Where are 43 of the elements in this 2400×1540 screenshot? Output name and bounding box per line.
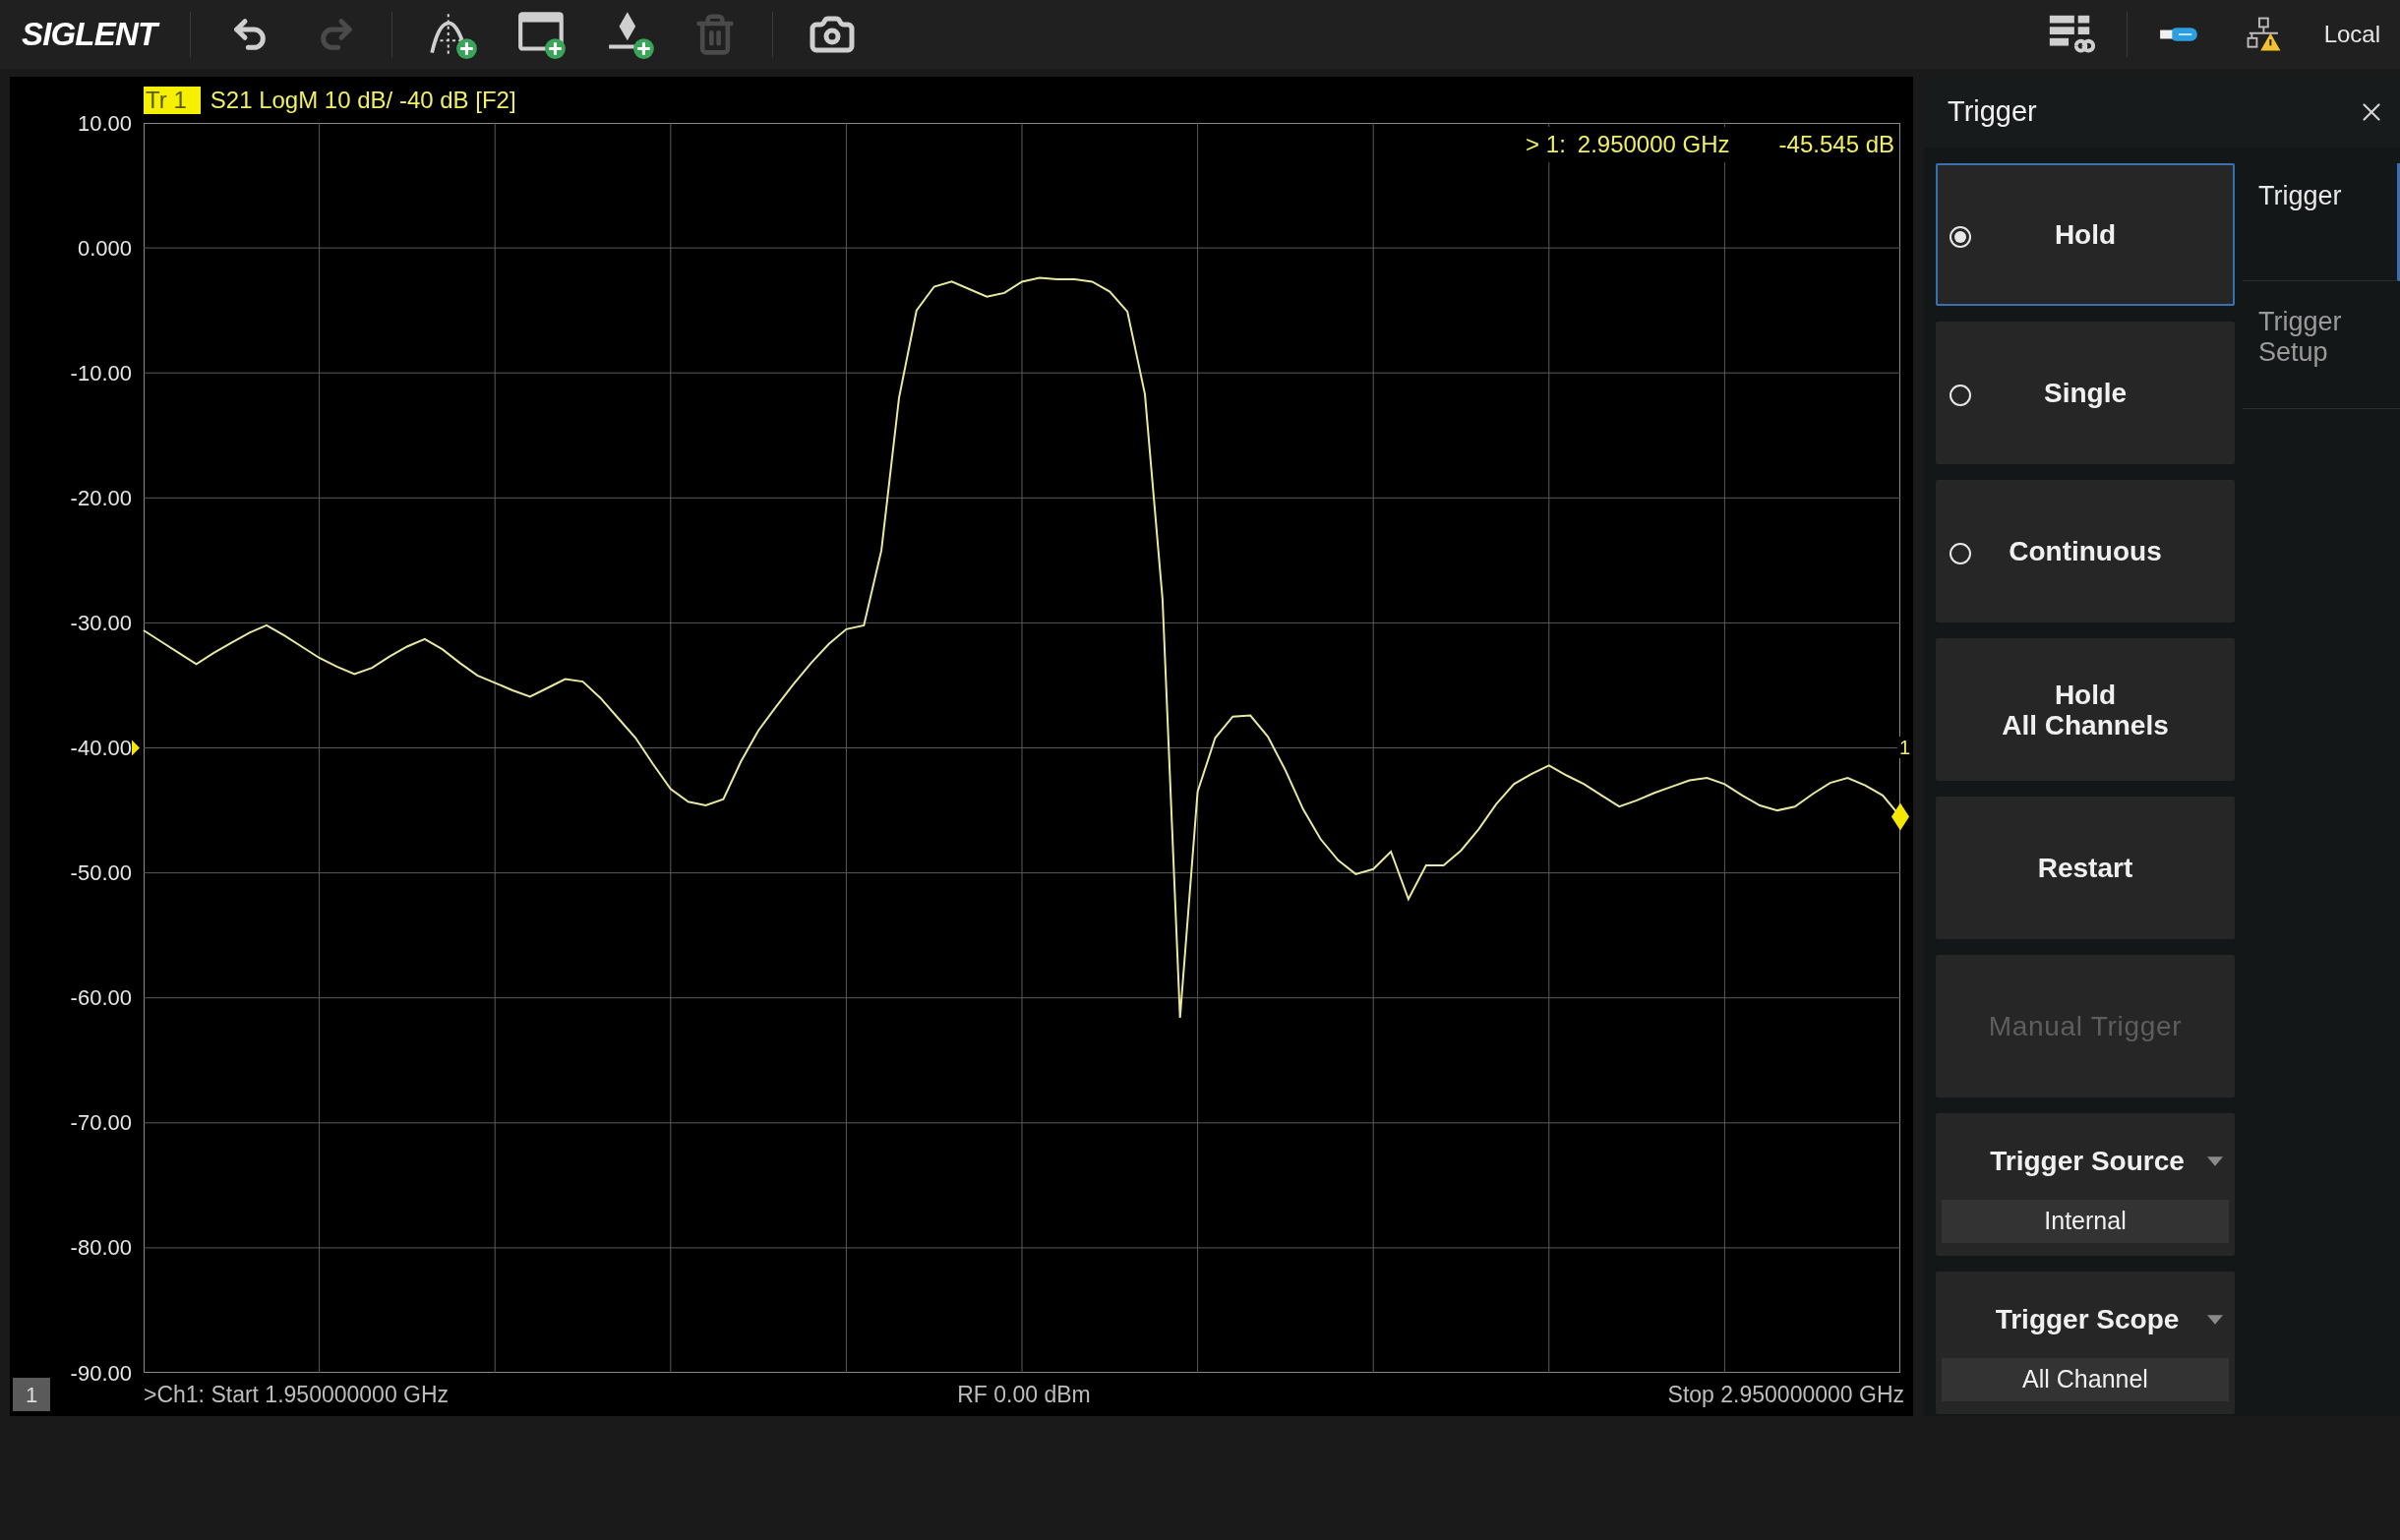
- stop-frequency: Stop 2.950000000 GHz: [1666, 1380, 1904, 1409]
- y-axis-label: -70.00: [69, 1109, 132, 1138]
- radio-button[interactable]: Single: [1936, 322, 2235, 464]
- y-axis-label: -90.00: [69, 1359, 132, 1388]
- y-axis-label: -20.00: [69, 484, 132, 512]
- dropdown-label: Trigger Scope: [1994, 1303, 2181, 1336]
- panel-title: Trigger: [1948, 94, 2038, 130]
- radio-indicator-icon: [1950, 226, 1971, 248]
- dropdown-label: Trigger Source: [1989, 1145, 2186, 1178]
- side-tab[interactable]: Trigger: [2243, 163, 2400, 281]
- y-axis-label: -10.00: [69, 359, 132, 387]
- trace-description: S21 LogM 10 dB/ -40 dB [F2]: [210, 85, 516, 115]
- network-warning-icon[interactable]: [2245, 16, 2283, 53]
- radio-indicator-icon: [1950, 543, 1971, 564]
- y-axis-label: 10.00: [76, 109, 132, 138]
- rf-power: RF 0.00 dBm: [957, 1380, 1091, 1409]
- y-axis-label: -40.00: [69, 735, 132, 762]
- dropdown-field[interactable]: All Channel: [1942, 1358, 2229, 1401]
- y-axis-label: -50.00: [69, 859, 132, 888]
- side-tab[interactable]: Trigger Setup: [2243, 281, 2400, 409]
- reference-level-arrow-icon[interactable]: [132, 740, 140, 756]
- dropdown-arrow-icon: [2207, 1315, 2223, 1325]
- radio-indicator-icon: [1950, 385, 1971, 406]
- channel-number[interactable]: 1: [13, 1378, 50, 1411]
- radio-button[interactable]: Continuous: [1936, 480, 2235, 622]
- marker-number: 1: [1896, 737, 1912, 758]
- marker-readout-label: > 1:: [1526, 130, 1566, 159]
- trace-tag[interactable]: Tr 1: [144, 86, 201, 114]
- marker-value: -45.545 dB: [1778, 130, 1894, 159]
- y-axis-label: -80.00: [69, 1234, 132, 1263]
- y-axis-label: 0.000: [76, 234, 132, 263]
- dropdown-arrow-icon: [2207, 1156, 2223, 1166]
- usb-drive-icon[interactable]: [2158, 27, 2198, 42]
- start-frequency: >Ch1: Start 1.950000000 GHz: [144, 1380, 450, 1409]
- remote-status: Local: [2323, 20, 2380, 49]
- action-button[interactable]: Restart: [1936, 797, 2235, 939]
- radio-button[interactable]: Hold: [1936, 163, 2235, 306]
- action-button[interactable]: Hold All Channels: [1936, 638, 2235, 781]
- y-axis-label: -60.00: [69, 984, 132, 1013]
- dropdown-field[interactable]: Internal: [1942, 1200, 2229, 1243]
- marker-diamond-icon[interactable]: [1891, 802, 1909, 831]
- marker-frequency: 2.950000 GHz: [1577, 130, 1730, 159]
- y-axis-label: -30.00: [69, 609, 132, 637]
